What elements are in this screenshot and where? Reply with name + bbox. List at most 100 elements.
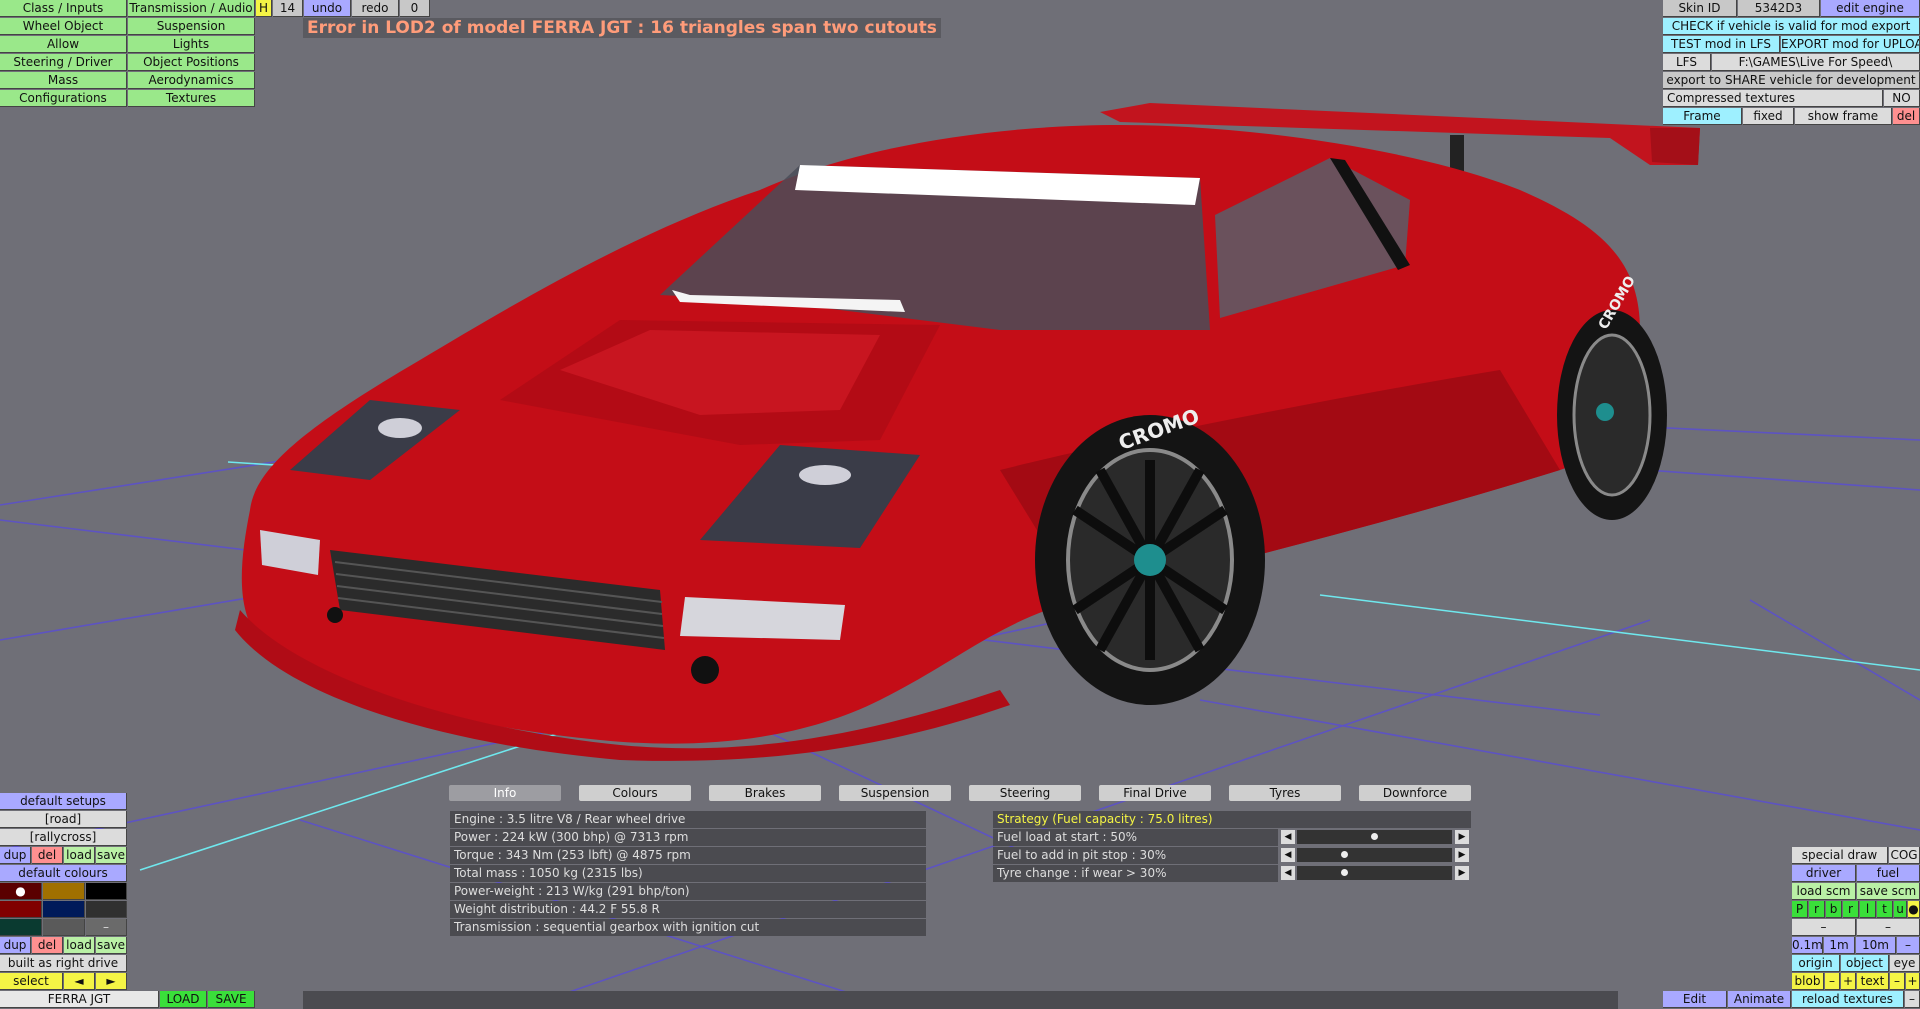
fuel-button[interactable]: fuel	[1857, 865, 1920, 882]
select-button[interactable]: select	[0, 973, 63, 990]
fuel-start-knob[interactable]	[1371, 833, 1378, 840]
special-draw-button[interactable]: special draw	[1792, 847, 1888, 864]
lfs-path[interactable]: F:\GAMES\Live For Speed\	[1712, 54, 1920, 71]
minus-button-1[interactable]: –	[1792, 919, 1856, 936]
menu-class-inputs[interactable]: Class / Inputs	[0, 0, 127, 17]
menu-transmission-audio[interactable]: Transmission / Audio	[128, 0, 255, 17]
redo-button[interactable]: redo	[352, 0, 399, 17]
scale-10m-button[interactable]: 10m	[1856, 937, 1896, 954]
tab-brakes[interactable]: Brakes	[709, 785, 821, 801]
save-scm-button[interactable]: save scm	[1857, 883, 1920, 900]
skin-id-value[interactable]: 5342D3	[1738, 0, 1820, 17]
colour-swatch-9[interactable]: –	[86, 919, 127, 936]
menu-steering-driver[interactable]: Steering / Driver	[0, 54, 127, 71]
colour-swatch-5[interactable]	[43, 901, 85, 918]
blob-button[interactable]: blob	[1792, 973, 1824, 990]
load-scm-button[interactable]: load scm	[1792, 883, 1856, 900]
colour-swatch-7[interactable]	[0, 919, 42, 936]
animate-mode-button[interactable]: Animate	[1728, 991, 1791, 1008]
setup-dup-button[interactable]: dup	[0, 847, 31, 864]
fixed-button[interactable]: fixed	[1743, 108, 1794, 125]
fuel-pit-knob[interactable]	[1341, 851, 1348, 858]
test-mod-button[interactable]: TEST mod in LFS	[1663, 36, 1780, 53]
pbr-toggle-t[interactable]: t	[1877, 901, 1893, 918]
scale-0-1m-button[interactable]: 0.1m	[1792, 937, 1823, 954]
pbr-toggle-l[interactable]: l	[1860, 901, 1876, 918]
export-mod-button[interactable]: EXPORT mod for UPLOAD	[1781, 36, 1920, 53]
check-valid-button[interactable]: CHECK if vehicle is valid for mod export	[1663, 18, 1920, 35]
tab-steering[interactable]: Steering	[969, 785, 1081, 801]
blob-plus-button[interactable]: +	[1841, 973, 1856, 990]
colour-del-button[interactable]: del	[32, 937, 63, 954]
show-frame-button[interactable]: show frame	[1795, 108, 1892, 125]
setup-del-button[interactable]: del	[32, 847, 63, 864]
text-button[interactable]: text	[1857, 973, 1889, 990]
colour-swatch-8[interactable]	[43, 919, 85, 936]
frame-delete-button[interactable]: del	[1893, 108, 1920, 125]
reload-textures-button[interactable]: reload textures	[1792, 991, 1904, 1008]
tyre-change-decrease-button[interactable]: ◀	[1281, 866, 1295, 880]
text-plus-button[interactable]: +	[1906, 973, 1920, 990]
menu-aerodynamics[interactable]: Aerodynamics	[128, 72, 255, 89]
object-button[interactable]: object	[1841, 955, 1889, 972]
frame-button[interactable]: Frame	[1663, 108, 1742, 125]
minus-button-2[interactable]: –	[1857, 919, 1920, 936]
select-next-button[interactable]: ►	[96, 973, 127, 990]
pbr-toggle-u[interactable]: u	[1894, 901, 1907, 918]
menu-configurations[interactable]: Configurations	[0, 90, 127, 107]
menu-wheel-object[interactable]: Wheel Object	[0, 18, 127, 35]
colour-swatch-4[interactable]	[0, 901, 42, 918]
tab-final-drive[interactable]: Final Drive	[1099, 785, 1211, 801]
reload-minus-button[interactable]: –	[1905, 991, 1920, 1008]
menu-object-positions[interactable]: Object Positions	[128, 54, 255, 71]
pbr-toggle-b[interactable]: b	[1826, 901, 1842, 918]
tyre-change-knob[interactable]	[1341, 869, 1348, 876]
fuel-start-increase-button[interactable]: ▶	[1455, 830, 1469, 844]
colour-swatch-6[interactable]	[86, 901, 127, 918]
tyre-change-increase-button[interactable]: ▶	[1455, 866, 1469, 880]
model-save-button[interactable]: SAVE	[208, 991, 255, 1008]
export-share-button[interactable]: export to SHARE vehicle for development	[1663, 72, 1920, 89]
colour-save-button[interactable]: save	[96, 937, 127, 954]
text-minus-button[interactable]: –	[1890, 973, 1905, 990]
setup-load-button[interactable]: load	[64, 847, 95, 864]
edit-engine-button[interactable]: edit engine	[1821, 0, 1920, 17]
tyre-change-slider[interactable]	[1297, 866, 1452, 880]
default-colours-button[interactable]: default colours	[0, 865, 127, 882]
cog-button[interactable]: COG	[1889, 847, 1920, 864]
eye-button[interactable]: eye	[1890, 955, 1920, 972]
scale-1m-button[interactable]: 1m	[1824, 937, 1855, 954]
colour-swatch-3[interactable]	[86, 883, 127, 900]
tab-info[interactable]: Info	[449, 785, 561, 801]
default-setups-button[interactable]: default setups	[0, 793, 127, 810]
fuel-pit-decrease-button[interactable]: ◀	[1281, 848, 1295, 862]
fuel-start-decrease-button[interactable]: ◀	[1281, 830, 1295, 844]
menu-textures[interactable]: Textures	[128, 90, 255, 107]
model-load-button[interactable]: LOAD	[160, 991, 207, 1008]
menu-lights[interactable]: Lights	[128, 36, 255, 53]
menu-allow[interactable]: Allow	[0, 36, 127, 53]
pbr-toggle-p[interactable]: P	[1792, 901, 1808, 918]
compressed-textures-toggle[interactable]: NO	[1884, 90, 1920, 107]
tab-suspension[interactable]: Suspension	[839, 785, 951, 801]
colour-load-button[interactable]: load	[64, 937, 95, 954]
undo-button[interactable]: undo	[304, 0, 351, 17]
select-prev-button[interactable]: ◄	[64, 973, 95, 990]
built-as-right-drive-button[interactable]: built as right drive	[0, 955, 127, 972]
scale-minus-button[interactable]: –	[1897, 937, 1920, 954]
fuel-pit-increase-button[interactable]: ▶	[1455, 848, 1469, 862]
pbr-toggle-r2[interactable]: r	[1843, 901, 1859, 918]
pbr-toggle-r[interactable]: r	[1809, 901, 1825, 918]
colour-swatch-1[interactable]: ●	[0, 883, 42, 900]
fuel-start-slider[interactable]	[1297, 830, 1452, 844]
menu-suspension[interactable]: Suspension	[128, 18, 255, 35]
tab-tyres[interactable]: Tyres	[1229, 785, 1341, 801]
setup-save-button[interactable]: save	[96, 847, 127, 864]
colour-dup-button[interactable]: dup	[0, 937, 31, 954]
h-button[interactable]: H	[256, 0, 272, 17]
3d-viewport[interactable]: CROMO CROMO	[0, 0, 1920, 1009]
tab-downforce[interactable]: Downforce	[1359, 785, 1471, 801]
origin-button[interactable]: origin	[1792, 955, 1840, 972]
driver-button[interactable]: driver	[1792, 865, 1856, 882]
pbr-dot-button[interactable]: ●	[1908, 901, 1920, 918]
